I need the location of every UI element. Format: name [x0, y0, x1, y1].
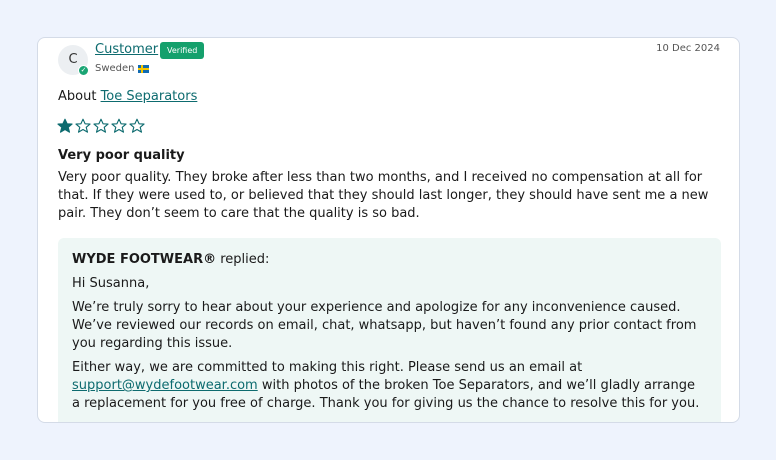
star-rating [57, 118, 145, 134]
reviewer-country: Sweden [95, 63, 149, 74]
verified-badge: Verified [160, 42, 205, 59]
review-date: 10 Dec 2024 [656, 43, 720, 54]
reply-brand: WYDE FOOTWEAR® [72, 252, 217, 267]
support-email-link[interactable]: support@wydefootwear.com [72, 378, 258, 393]
star-empty-icon [93, 118, 109, 133]
country-label: Sweden [95, 63, 135, 74]
reviewer-name-link[interactable]: Customer [95, 42, 158, 57]
product-link[interactable]: Toe Separators [101, 89, 198, 104]
reply-greeting: Hi Susanna, [72, 276, 150, 291]
reply-header: WYDE FOOTWEAR® replied: [72, 251, 707, 269]
reply-paragraph-1: We’re truly sorry to hear about your exp… [72, 300, 697, 351]
star-filled-icon [57, 118, 73, 133]
review-header: C ✓ Customer Verified Sweden 10 Dec 2024 [58, 41, 720, 81]
star-empty-icon [75, 118, 91, 133]
about-product: About Toe Separators [58, 89, 197, 104]
reply-paragraph-2: Either way, we are committed to making t… [72, 359, 707, 413]
replied-label: replied: [220, 252, 270, 267]
review-title: Very poor quality [58, 148, 185, 163]
verified-check-icon: ✓ [78, 65, 89, 76]
company-reply: WYDE FOOTWEAR® replied: Hi Susanna, We’r… [58, 238, 721, 422]
review-text: Very poor quality. They broke after less… [58, 170, 709, 221]
review-card: C ✓ Customer Verified Sweden 10 Dec 2024… [37, 37, 740, 423]
star-empty-icon [111, 118, 127, 133]
reply-paragraph-2-prefix: Either way, we are committed to making t… [72, 360, 583, 375]
about-prefix: About [58, 89, 97, 104]
sweden-flag-icon [137, 64, 149, 73]
star-empty-icon [129, 118, 145, 133]
